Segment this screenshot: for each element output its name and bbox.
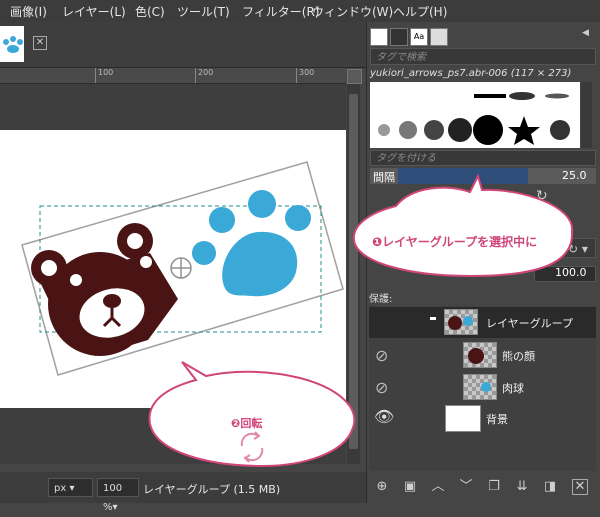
callout-rotate-text: ❷回転 [231, 417, 263, 430]
callout-bubble-rotate [148, 361, 356, 468]
callout-overlays [148, 173, 574, 468]
callout-bubble-layer-group [352, 173, 574, 278]
callout-layer-group-text: ❶レイヤーグループを選択中に [372, 235, 538, 249]
